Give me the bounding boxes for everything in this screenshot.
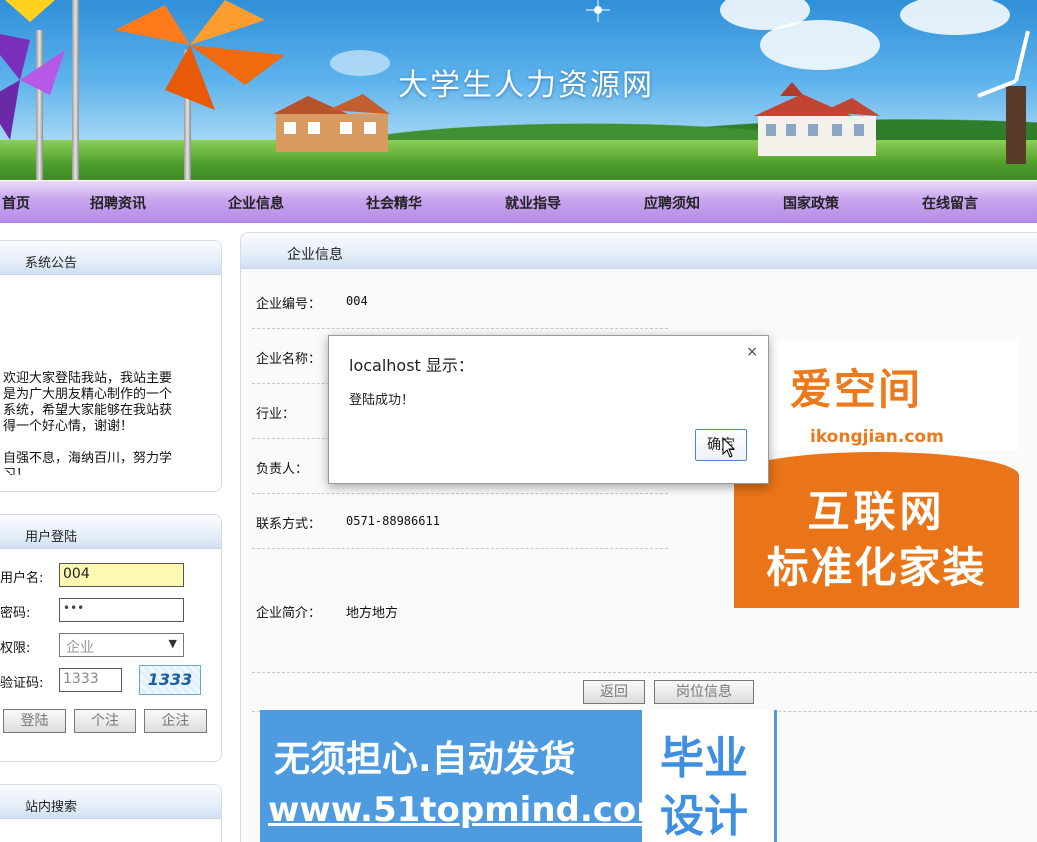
notice-body: 欢迎大家登陆我站，我站主要 是为广大朋友精心制作的一个 系统，希望大家能够在我站… [3, 371, 213, 435]
close-icon[interactable]: × [746, 344, 758, 360]
alert-dialog: localhost 显示： × 登陆成功！ 确定 [328, 335, 769, 484]
ad-brand: 爱空间 [790, 365, 923, 414]
nav-item-social-essence[interactable]: 社会精华 [366, 193, 422, 213]
ad-line1: 互联网 [807, 487, 946, 536]
back-button[interactable]: 返回 [583, 680, 645, 704]
intro-value: 地方地方 [346, 606, 399, 621]
site-title: 大学生人力资源网 [398, 68, 654, 103]
nav-item-employment-guide[interactable]: 就业指导 [505, 193, 561, 213]
company-name-label: 企业名称： [256, 352, 322, 367]
dialog-message: 登陆成功！ [349, 393, 415, 408]
login-button[interactable]: 登陆 [3, 709, 66, 733]
sparkle-icon [586, 0, 610, 22]
search-panel: 站内搜索 [0, 784, 222, 842]
notice-line: 得一个好心情，谢谢！ [3, 419, 134, 434]
dialog-title: localhost 显示： [349, 356, 474, 375]
chevron-down-icon: ▼ [168, 637, 177, 650]
role-select-value: 企业 [66, 640, 94, 656]
divider [252, 493, 668, 494]
notice-line: 欢迎大家登陆我站，我站主要 [3, 371, 173, 386]
header-banner: 大学生人力资源网 [0, 0, 1037, 180]
notice-line: 自强不息，海纳百川，努力学 [3, 451, 173, 466]
ok-button[interactable]: 确定 [695, 429, 747, 461]
notice-line: 系统，希望大家能够在我站获 [3, 403, 173, 418]
divider [252, 672, 1037, 673]
main-title: 企业信息 [241, 233, 1037, 269]
password-input[interactable]: ••• [59, 598, 184, 622]
ad-badge-line2: 设计 [660, 791, 748, 842]
nav-item-company-info[interactable]: 企业信息 [228, 193, 284, 213]
ad-badge-line1: 毕业 [660, 733, 748, 784]
notice-motto: 自强不息，海纳百川，努力学 习！ [3, 451, 213, 475]
nav-item-message-board[interactable]: 在线留言 [922, 193, 978, 213]
ad-url: www.51topmind.com [268, 790, 672, 830]
nav-item-recruit-news[interactable]: 招聘资讯 [90, 193, 146, 213]
notice-line: 是为广大朋友精心制作的一个 [3, 387, 173, 402]
ad-slogan: 无须担心.自动发货 [274, 739, 576, 780]
company-id-value: 004 [346, 294, 368, 308]
main-nav: 首页 招聘资讯 企业信息 社会精华 就业指导 应聘须知 国家政策 在线留言 [0, 181, 1037, 223]
notice-line: 习！ [3, 467, 30, 475]
industry-label: 行业： [256, 407, 296, 422]
login-title: 用户登陆 [0, 515, 221, 549]
captcha-label: 验证码: [0, 676, 44, 691]
pinwheel-icon [0, 34, 65, 140]
house-icon [754, 82, 880, 156]
captcha-image[interactable]: 1333 [139, 665, 201, 695]
ad-line2: 标准化家装 [766, 543, 987, 592]
company-register-button[interactable]: 企注 [144, 709, 207, 733]
intro-label: 企业简介： [256, 606, 322, 621]
personal-register-button[interactable]: 个注 [74, 709, 136, 733]
pinwheel-icon [5, 0, 55, 22]
ad-domain: ikongjian.com [810, 427, 944, 447]
search-title: 站内搜索 [0, 785, 221, 819]
job-positions-button[interactable]: 岗位信息 [654, 680, 754, 704]
house-icon [273, 94, 390, 152]
role-select[interactable]: 企业 ▼ [59, 633, 184, 657]
divider [252, 548, 668, 549]
mouse-cursor-icon [722, 437, 736, 458]
nav-item-home[interactable]: 首页 [2, 193, 30, 213]
nav-item-national-policy[interactable]: 国家政策 [783, 193, 839, 213]
contact-value: 0571-88986611 [346, 514, 440, 528]
password-label: 密码: [0, 606, 31, 621]
pinwheel-icon [115, 0, 285, 110]
windmill-icon [977, 30, 1030, 164]
ad-banner-right[interactable]: 爱空间 ikongjian.com 互联网 标准化家装 [734, 340, 1019, 608]
nav-item-applicant-notes[interactable]: 应聘须知 [644, 193, 700, 213]
notice-title: 系统公告 [0, 241, 221, 275]
username-input[interactable]: 004 [59, 563, 184, 587]
username-label: 用户名: [0, 571, 44, 586]
contact-label: 联系方式： [256, 517, 322, 532]
company-id-label: 企业编号： [256, 297, 322, 312]
ad-banner-bottom[interactable]: 无须担心.自动发货 www.51topmind.com 毕业 设计 [260, 710, 777, 842]
role-label: 权限: [0, 641, 31, 656]
manager-label: 负责人： [256, 462, 309, 477]
captcha-input[interactable]: 1333 [59, 668, 122, 692]
divider [252, 328, 668, 329]
